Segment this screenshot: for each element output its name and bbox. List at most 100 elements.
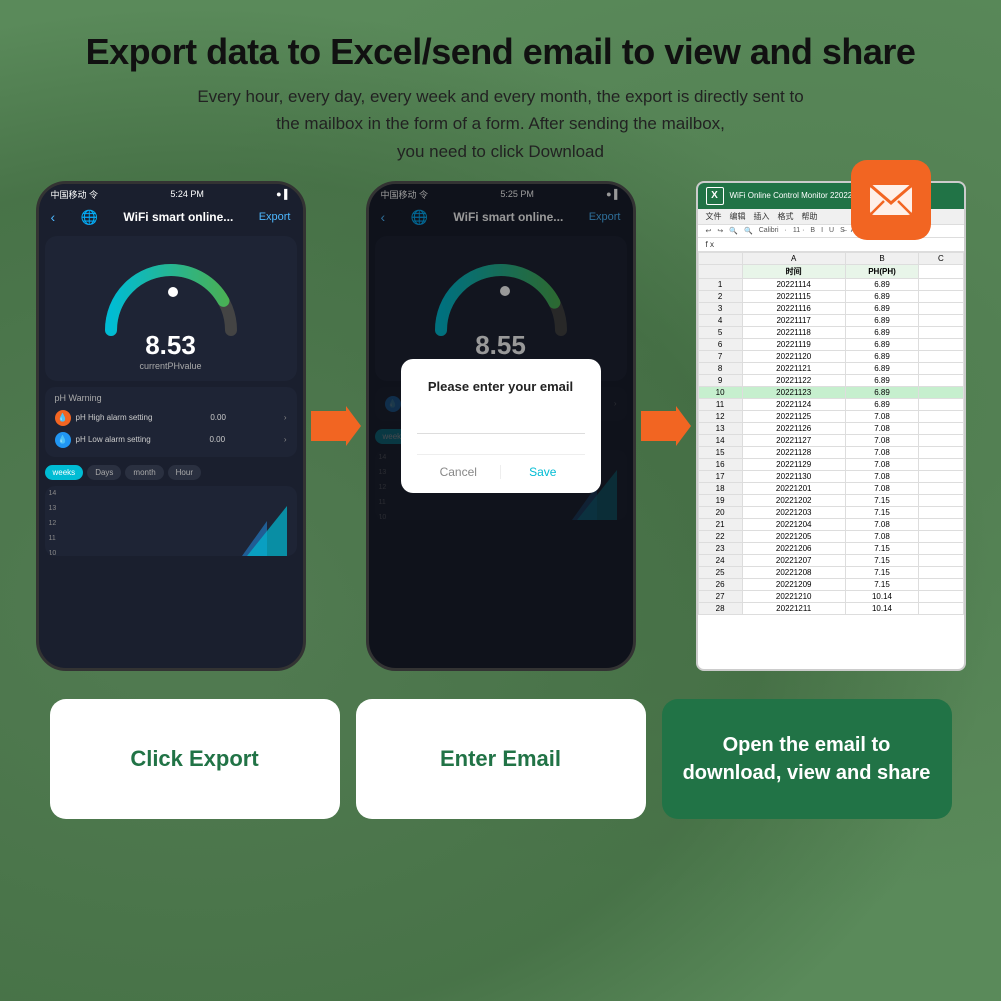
arrow-1 [306,401,366,451]
cell-date[interactable]: 20221127 [742,434,845,446]
phone-screenshot-2: 中国移动 令 5:25 PM ● ▌ ‹ 🌐 WiFi smart online… [366,181,636,671]
cell-c [919,326,963,338]
zoom-icon2[interactable]: 🔍 [744,227,753,235]
cell-date[interactable]: 20221122 [742,374,845,386]
zoom-icon[interactable]: 🔍 [729,227,738,235]
cell-date[interactable]: 20221115 [742,290,845,302]
col-header-a: A [742,252,845,264]
dialog-cancel-button[interactable]: Cancel [417,465,501,479]
strikethrough-button[interactable]: S̶ [840,227,845,234]
cell-ph[interactable]: 6.89 [845,302,919,314]
cell-date[interactable]: 20221209 [742,578,845,590]
arrow-2 [636,401,696,451]
bold-button[interactable]: B [810,227,815,234]
cell-date[interactable]: 20221128 [742,446,845,458]
cell-date[interactable]: 20221129 [742,458,845,470]
cell-ph[interactable]: 7.15 [845,566,919,578]
cell-date[interactable]: 20221204 [742,518,845,530]
cell-ph[interactable]: 7.08 [845,434,919,446]
cell-date[interactable]: 20221208 [742,566,845,578]
row-number: 27 [698,590,742,602]
cell-ph[interactable]: 7.08 [845,482,919,494]
cell-ph[interactable]: 6.89 [845,362,919,374]
dialog-save-button[interactable]: Save [500,465,585,479]
cell-ph[interactable]: 7.15 [845,542,919,554]
cell-date[interactable]: 20221114 [742,278,845,290]
cell-ph[interactable]: 6.89 [845,326,919,338]
cell-date[interactable]: 20221206 [742,542,845,554]
cell-ph[interactable]: 6.89 [845,350,919,362]
row-number: 8 [698,362,742,374]
font-size[interactable]: 11 · [793,227,805,234]
email-icon-button[interactable] [851,160,931,240]
cell-ph[interactable]: 7.08 [845,446,919,458]
phone1-warning-high-val: 0.00 [210,413,226,422]
cell-ph[interactable]: 7.08 [845,410,919,422]
cell-date[interactable]: 20221201 [742,482,845,494]
cell-date[interactable]: 20221124 [742,398,845,410]
undo-icon[interactable]: ↩ [706,227,712,235]
cell-date[interactable]: 20221120 [742,350,845,362]
phone1-chart: 14 13 12 11 10 [45,486,297,556]
cell-ph[interactable]: 7.08 [845,422,919,434]
italic-button[interactable]: I [821,227,823,234]
cell-ph[interactable]: 6.89 [845,386,919,398]
table-row: 8202211216.89 [698,362,963,374]
cell-ph[interactable]: 6.89 [845,278,919,290]
cell-date[interactable]: 20221125 [742,410,845,422]
table-row: 17202211307.08 [698,470,963,482]
tab-month-1[interactable]: month [125,465,163,480]
cell-date[interactable]: 20221202 [742,494,845,506]
cell-date[interactable]: 20221210 [742,590,845,602]
cell-ph[interactable]: 7.08 [845,470,919,482]
cell-ph[interactable]: 10.14 [845,602,919,614]
menu-help[interactable]: 帮助 [802,211,818,222]
cell-date[interactable]: 20221119 [742,338,845,350]
cell-ph[interactable]: 7.15 [845,494,919,506]
cell-date[interactable]: 20221126 [742,422,845,434]
cell-c [919,398,963,410]
cell-ph[interactable]: 7.15 [845,554,919,566]
cell-ph[interactable]: 6.89 [845,398,919,410]
cell-ph[interactable]: 6.89 [845,314,919,326]
cell-ph[interactable]: 7.08 [845,458,919,470]
cell-date[interactable]: 20221116 [742,302,845,314]
cell-date[interactable]: 20221205 [742,530,845,542]
cell-date[interactable]: 20221130 [742,470,845,482]
cell-date[interactable]: 20221207 [742,554,845,566]
cell-ph[interactable]: 7.15 [845,578,919,590]
tab-days-1[interactable]: Days [87,465,121,480]
dialog-title: Please enter your email [417,379,585,394]
col-a-header-label: 时间 [742,264,845,278]
chart-shape-1 [247,506,287,556]
redo-icon[interactable]: ↪ [717,227,723,235]
cell-ph[interactable]: 7.15 [845,506,919,518]
cell-c [919,566,963,578]
cell-ph[interactable]: 10.14 [845,590,919,602]
cell-ph[interactable]: 7.08 [845,518,919,530]
cell-date[interactable]: 20221211 [742,602,845,614]
row-number: 9 [698,374,742,386]
cell-c [919,374,963,386]
cell-ph[interactable]: 6.89 [845,290,919,302]
cell-date[interactable]: 20221121 [742,362,845,374]
tab-hour-1[interactable]: Hour [168,465,201,480]
phone1-export-button[interactable]: Export [259,211,291,223]
cell-date[interactable]: 20221118 [742,326,845,338]
menu-insert[interactable]: 插入 [754,211,770,222]
cell-date[interactable]: 20221123 [742,386,845,398]
cell-date[interactable]: 20221117 [742,314,845,326]
dialog-email-input[interactable] [417,414,585,434]
menu-edit[interactable]: 编辑 [730,211,746,222]
tab-weeks-1[interactable]: weeks [45,465,84,480]
phone1-gauge-label: currentPHvalue [139,361,201,371]
cell-ph[interactable]: 7.08 [845,530,919,542]
cell-ph[interactable]: 6.89 [845,338,919,350]
menu-format[interactable]: 格式 [778,211,794,222]
font-select[interactable]: Calibri [759,227,779,234]
underline-button[interactable]: U [829,227,834,234]
cell-c [919,434,963,446]
cell-ph[interactable]: 6.89 [845,374,919,386]
menu-file[interactable]: 文件 [706,211,722,222]
cell-date[interactable]: 20221203 [742,506,845,518]
